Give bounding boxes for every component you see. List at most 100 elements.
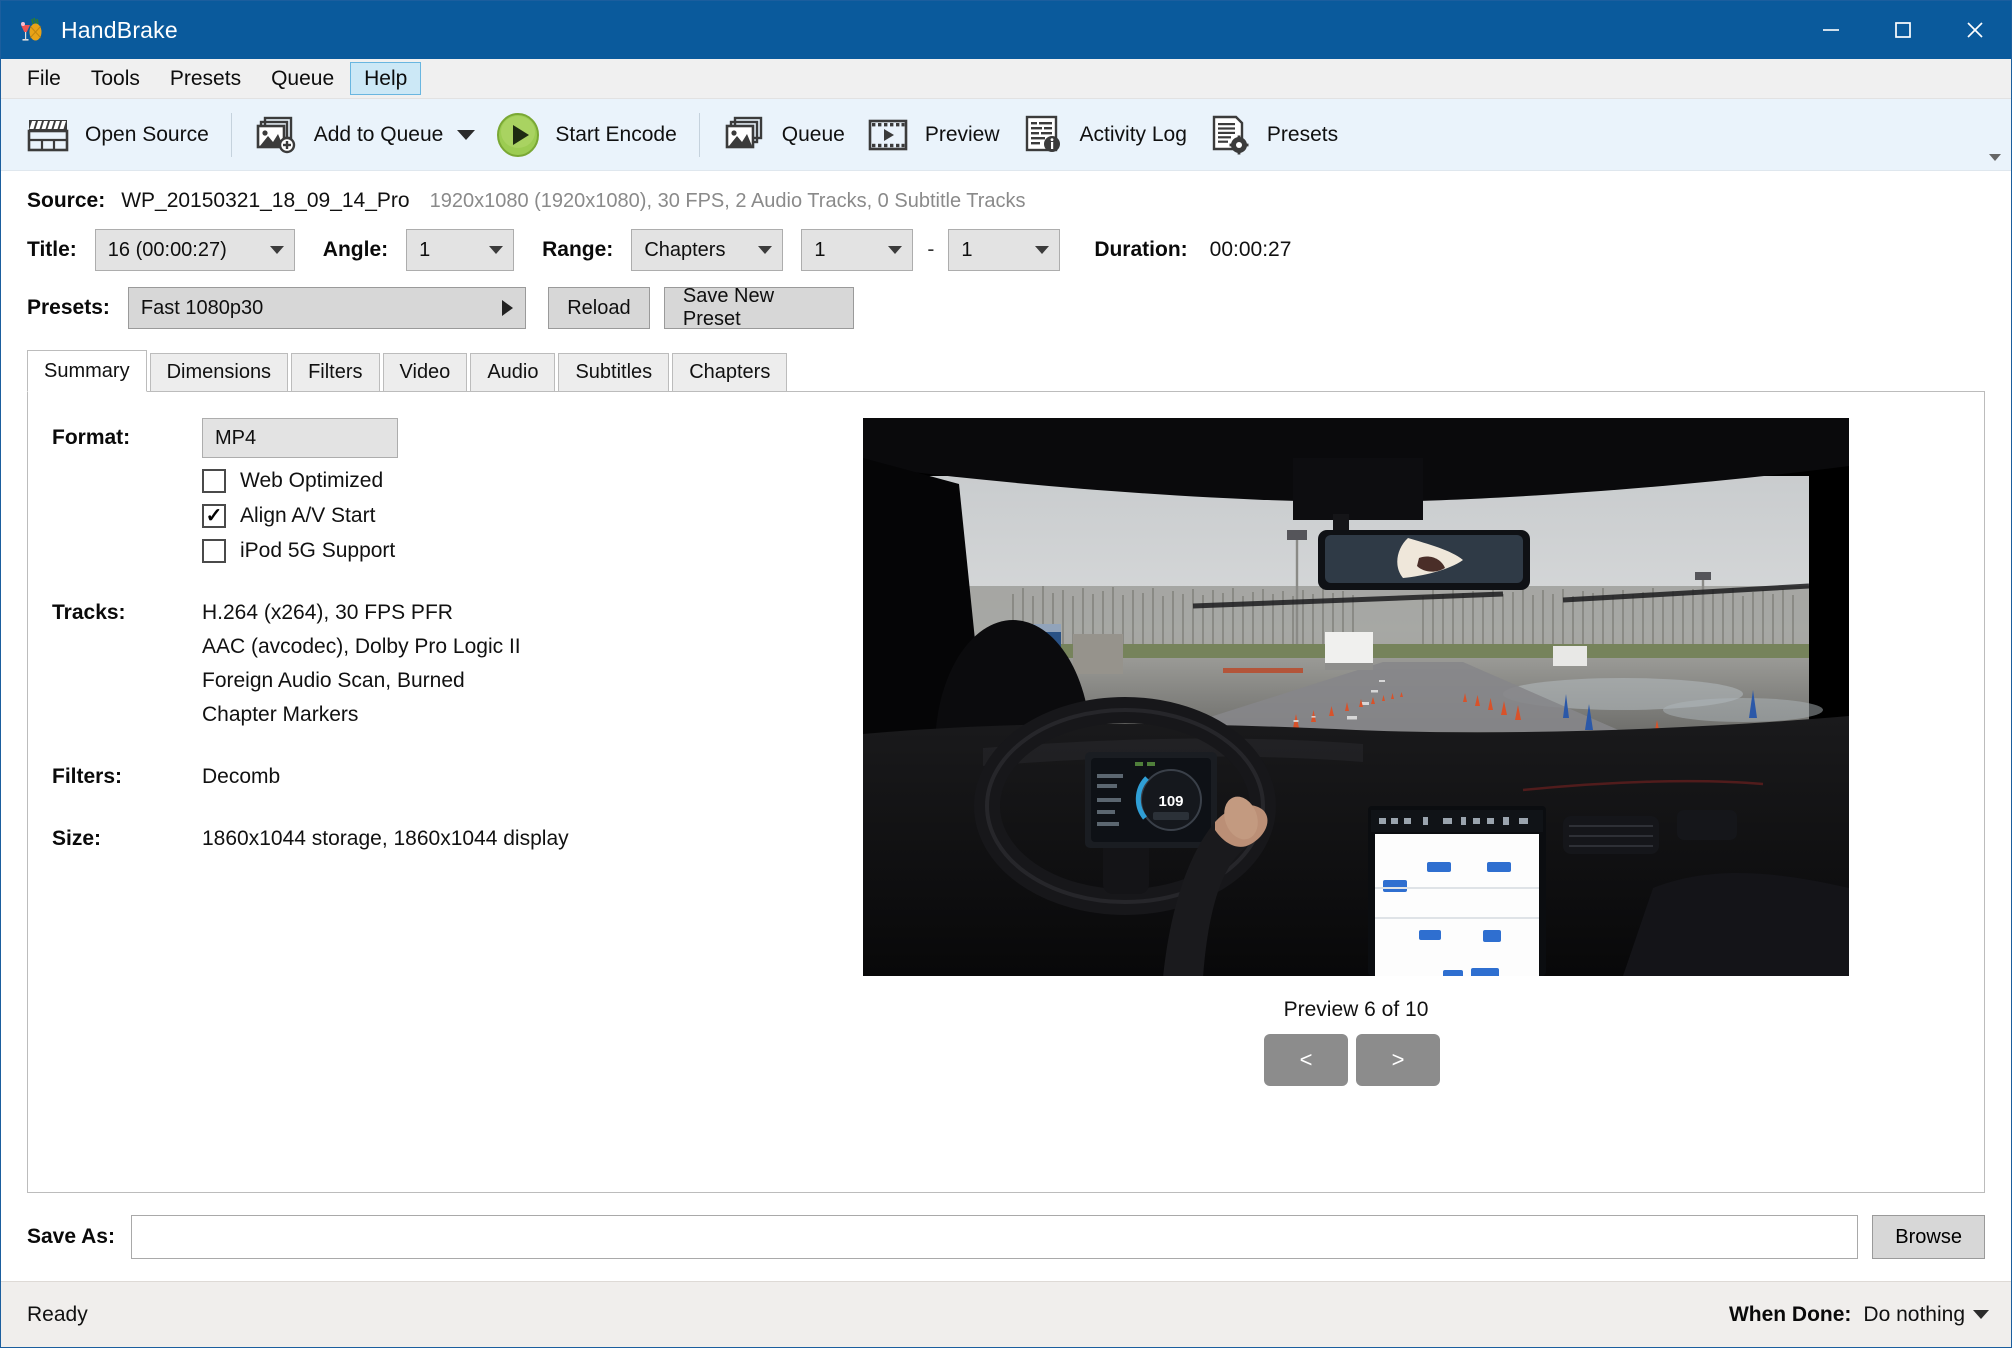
preview-next-button[interactable]: > [1356,1034,1440,1086]
tab-strip: Summary Dimensions Filters Video Audio S… [27,349,1985,392]
source-filename: WP_20150321_18_09_14_Pro [121,189,410,212]
queue-label: Queue [781,122,845,146]
minimize-icon[interactable] [1795,1,1867,59]
browse-button[interactable]: Browse [1872,1215,1985,1259]
range-type-select[interactable]: Chapters [631,229,784,271]
tab-summary[interactable]: Summary [27,350,147,392]
tab-audio[interactable]: Audio [470,353,556,391]
start-encode-button[interactable]: Start Encode [485,105,686,165]
clapperboard-icon [25,112,71,158]
save-as-label: Save As: [27,1225,115,1248]
preview-area: 109 Preview 6 of 10 < > [728,418,1984,1192]
tab-chapters[interactable]: Chapters [672,353,788,391]
menu-item-presets[interactable]: Presets [156,62,255,95]
preview-prev-button[interactable]: < [1264,1034,1348,1086]
tab-dimensions[interactable]: Dimensions [149,353,289,391]
preview-image: 109 [863,418,1849,976]
maximize-icon[interactable] [1867,1,1939,59]
queue-button[interactable]: Queue [712,105,855,165]
menu-item-help[interactable]: Help [350,62,422,95]
title-bar: HandBrake [1,1,2011,59]
format-row: Format: MP4 [52,418,728,458]
play-circle-icon [495,112,541,158]
range-end-select[interactable]: 1 [948,229,1061,271]
tracks-label: Tracks: [52,601,126,624]
chevron-down-icon [269,246,284,254]
preview-button[interactable]: Preview [855,105,1010,165]
tab-filters[interactable]: Filters [291,353,380,391]
title-select-value: 16 (00:00:27) [107,238,227,261]
web-optimized-label: Web Optimized [240,469,384,492]
tracks-value-3: Chapter Markers [202,703,359,726]
duration-value: 00:00:27 [1209,238,1292,261]
when-done-control[interactable]: When Done: Do nothing [1729,1303,1989,1327]
activity-log-button[interactable]: Activity Log [1010,105,1197,165]
tab-video[interactable]: Video [382,353,468,391]
toolbar-separator [230,112,232,157]
add-to-queue-label: Add to Queue [313,122,444,146]
angle-select-value: 1 [419,238,431,261]
range-label: Range: [542,238,614,261]
title-angle-range-row: Title: 16 (00:00:27) Angle: 1 Range: Cha… [1,221,2011,277]
toolbar-overflow-icon[interactable] [1987,151,2003,168]
start-encode-label: Start Encode [555,122,677,146]
tracks-value-0: H.264 (x264), 30 FPS PFR [202,601,453,624]
web-optimized-row[interactable]: Web Optimized [202,469,728,493]
presets-gear-doc-icon [1207,112,1253,158]
summary-panel: Format: MP4 Web Optimized ✓ Align A/V St… [27,391,1985,1193]
format-label: Format: [52,426,131,449]
range-separator: - [927,238,935,261]
ipod-5g-support-row[interactable]: iPod 5G Support [202,539,728,563]
menu-bar: File Tools Presets Queue Help [1,59,2011,99]
range-end-value: 1 [961,238,973,261]
check-icon: ✓ [205,505,223,527]
save-new-preset-button[interactable]: Save New Preset [663,285,854,330]
size-row: Size: 1860x1044 storage, 1860x1044 displ… [52,819,728,851]
activity-log-label: Activity Log [1079,122,1187,146]
filters-block: Filters: Decomb [52,757,728,789]
presets-toolbar-button[interactable]: Presets [1197,105,1348,165]
tracks-value-2: Foreign Audio Scan, Burned [202,669,465,692]
range-start-select[interactable]: 1 [801,229,914,271]
chevron-down-icon [888,246,903,254]
web-optimized-checkbox[interactable] [202,469,226,493]
handbrake-window: HandBrake File Tools Presets Queue Help [0,0,2012,1348]
align-av-start-label: Align A/V Start [240,504,376,527]
presets-row: Presets: Fast 1080p30 Reload Save New Pr… [1,277,2011,343]
preview-label: Preview [924,122,1000,146]
size-block: Size: 1860x1044 storage, 1860x1044 displ… [52,819,728,851]
filters-row: Filters: Decomb [52,757,728,789]
angle-select[interactable]: 1 [406,229,515,271]
save-as-row: Save As: Browse [1,1193,2011,1281]
align-av-start-row[interactable]: ✓ Align A/V Start [202,504,728,528]
preset-select[interactable]: Fast 1080p30 [127,287,526,329]
tab-area: Summary Dimensions Filters Video Audio S… [27,349,1985,1193]
align-av-start-checkbox[interactable]: ✓ [202,504,226,528]
svg-text:109: 109 [1158,793,1183,810]
tracks-row: Tracks: H.264 (x264), 30 FPS PFR [52,593,728,625]
when-done-label: When Done: [1728,1302,1852,1326]
add-to-queue-button[interactable]: Add to Queue [244,105,486,165]
chevron-down-icon[interactable] [457,129,476,140]
menu-item-file[interactable]: File [13,62,75,95]
menu-item-queue[interactable]: Queue [257,62,348,95]
save-as-input[interactable] [130,1215,1859,1259]
toolbar-separator-2 [698,112,700,157]
ipod-5g-support-checkbox[interactable] [202,539,226,563]
source-metadata: 1920x1080 (1920x1080), 30 FPS, 2 Audio T… [429,189,1026,212]
title-select[interactable]: 16 (00:00:27) [94,229,295,271]
open-source-button[interactable]: Open Source [15,105,219,165]
chevron-right-icon [501,300,513,316]
presets-label: Presets: [27,296,110,319]
close-icon[interactable] [1939,1,2011,59]
menu-item-tools[interactable]: Tools [77,62,154,95]
tab-subtitles[interactable]: Subtitles [558,353,670,391]
chevron-down-icon[interactable] [1973,1310,1989,1319]
reload-button[interactable]: Reload [547,287,650,329]
duration-label: Duration: [1094,238,1188,261]
format-select[interactable]: MP4 [202,418,398,458]
chevron-down-icon [489,246,504,254]
title-label: Title: [27,238,77,261]
tracks-value-1: AAC (avcodec), Dolby Pro Logic II [202,635,521,658]
source-label: Source: [27,189,106,212]
